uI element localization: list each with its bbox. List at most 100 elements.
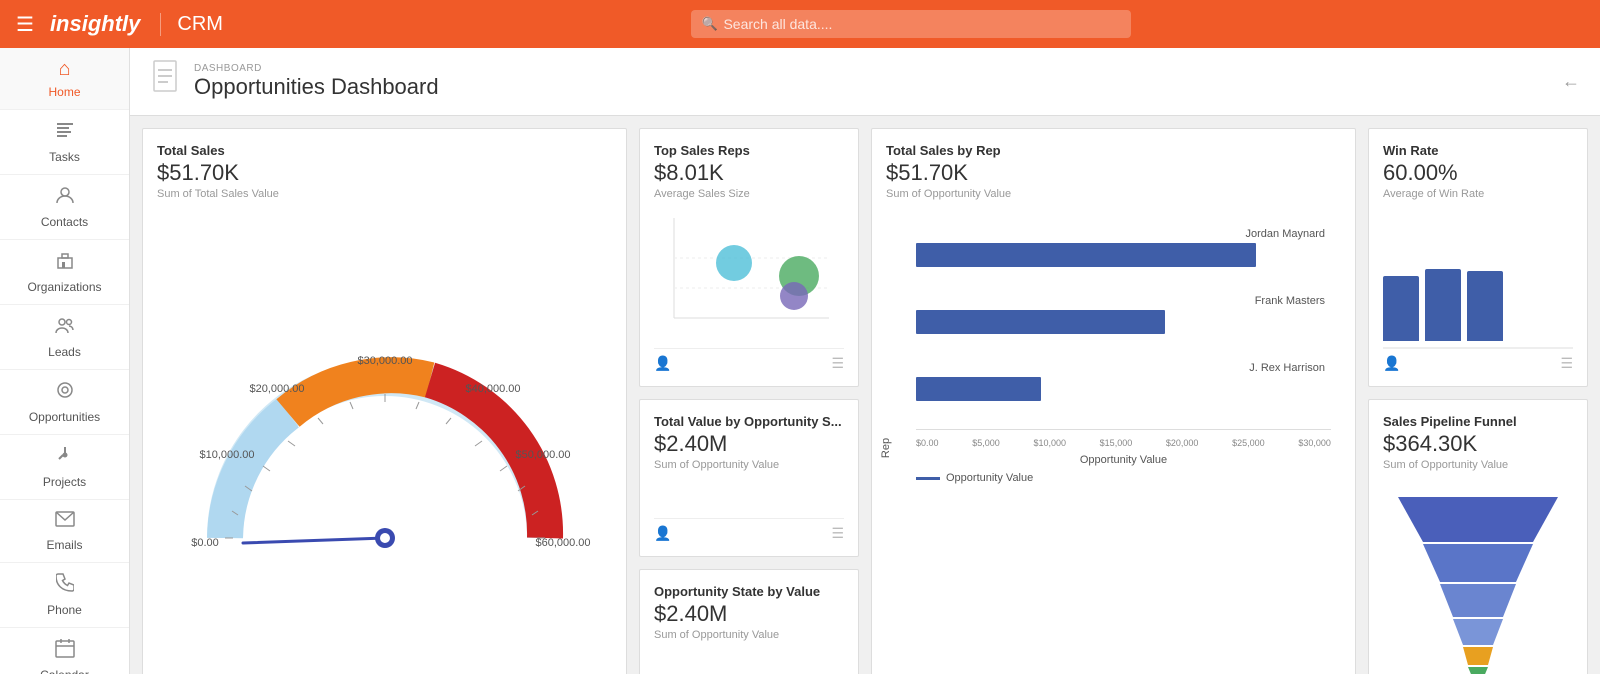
total-value-opp-footer: 👤 ☰	[654, 518, 844, 542]
emails-icon	[55, 510, 75, 534]
svg-text:$50,000.00: $50,000.00	[515, 449, 570, 461]
calendar-icon	[55, 638, 75, 664]
svg-text:$10,000.00: $10,000.00	[199, 449, 254, 461]
search-icon: 🔍	[701, 16, 717, 32]
hbar-chart: Rep Jordan Maynard Frank Masters	[886, 208, 1341, 674]
sidebar-item-calendar[interactable]: Calendar	[0, 628, 129, 674]
win-rate-title: Win Rate	[1383, 143, 1573, 158]
page-header-left: DASHBOARD Opportunities Dashboard	[150, 60, 439, 103]
search-input[interactable]	[691, 10, 1131, 38]
sidebar-item-phone[interactable]: Phone	[0, 563, 129, 628]
dashboard-doc-icon	[150, 60, 182, 103]
total-value-opp-subtitle: Sum of Opportunity Value	[654, 459, 844, 471]
total-sales-by-rep-title: Total Sales by Rep	[886, 143, 1341, 158]
funnel-chart	[1383, 479, 1573, 674]
win-rate-value: 60.00%	[1383, 160, 1573, 186]
hamburger-menu[interactable]: ☰	[16, 12, 34, 37]
tasks-icon	[55, 120, 75, 146]
top-sales-reps-value: $8.01K	[654, 160, 844, 186]
main-content: DASHBOARD Opportunities Dashboard ← Tota…	[130, 48, 1600, 674]
svg-text:$20,000.00: $20,000.00	[249, 383, 304, 395]
total-value-opp-card: Total Value by Opportunity S... $2.40M S…	[639, 399, 859, 557]
main-layout: ⌂ Home Tasks Contacts Organizations Le	[0, 48, 1600, 674]
legend-label: Opportunity Value	[946, 472, 1033, 484]
sales-pipeline-title: Sales Pipeline Funnel	[1383, 414, 1573, 429]
contacts-icon	[55, 185, 75, 211]
opp-state-chart	[654, 649, 844, 674]
phone-icon	[56, 573, 74, 599]
menu-icon[interactable]: ☰	[831, 525, 844, 542]
opp-state-by-value-card: Opportunity State by Value $2.40M Sum of…	[639, 569, 859, 674]
bar-row-rex: J. Rex Harrison	[916, 362, 1331, 401]
total-sales-card: Total Sales $51.70K Sum of Total Sales V…	[142, 128, 627, 674]
person-icon: 👤	[654, 355, 671, 372]
opp-state-title: Opportunity State by Value	[654, 584, 844, 599]
y-axis-label: Rep	[880, 437, 892, 457]
win-rate-card: Win Rate 60.00% Average of Win Rate 👤 ☰	[1368, 128, 1588, 387]
sidebar-item-label: Opportunities	[29, 410, 100, 424]
sidebar: ⌂ Home Tasks Contacts Organizations Le	[0, 48, 130, 674]
top-sales-reps-card: Top Sales Reps $8.01K Average Sales Size	[639, 128, 859, 387]
legend-dot	[916, 477, 940, 480]
sidebar-item-home[interactable]: ⌂ Home	[0, 48, 129, 110]
win-rate-bars	[1383, 208, 1573, 348]
total-sales-title: Total Sales	[157, 143, 612, 158]
logo: insightly	[50, 11, 140, 37]
win-rate-bar-1	[1383, 276, 1419, 341]
top-sales-reps-subtitle: Average Sales Size	[654, 188, 844, 200]
bar-row-frank: Frank Masters	[916, 295, 1331, 334]
person-icon: 👤	[654, 525, 671, 542]
sidebar-item-label: Leads	[48, 345, 81, 359]
win-rate-footer: 👤 ☰	[1383, 348, 1573, 372]
sales-pipeline-subtitle: Sum of Opportunity Value	[1383, 459, 1573, 471]
search-wrap: 🔍	[691, 10, 1131, 38]
dashboard-grid: Total Sales $51.70K Sum of Total Sales V…	[130, 116, 1600, 674]
breadcrumb: DASHBOARD	[194, 63, 439, 74]
page-header: DASHBOARD Opportunities Dashboard ←	[130, 48, 1600, 116]
organizations-icon	[55, 250, 75, 276]
sidebar-item-emails[interactable]: Emails	[0, 500, 129, 563]
total-value-opp-title: Total Value by Opportunity S...	[654, 414, 844, 429]
sidebar-item-label: Tasks	[49, 150, 80, 164]
win-rate-bar-2	[1425, 269, 1461, 341]
svg-text:$30,000.00: $30,000.00	[357, 355, 412, 367]
top-sales-reps-footer: 👤 ☰	[654, 348, 844, 372]
sidebar-item-label: Contacts	[41, 215, 88, 229]
page-title: Opportunities Dashboard	[194, 74, 439, 100]
sales-pipeline-card: Sales Pipeline Funnel $364.30K Sum of Op…	[1368, 399, 1588, 674]
app-label: CRM	[160, 13, 223, 36]
x-axis-ticks: $0.00$5,000$10,000$15,000$20,000$25,000$…	[916, 429, 1331, 448]
total-sales-by-rep-subtitle: Sum of Opportunity Value	[886, 188, 1341, 200]
menu-icon[interactable]: ☰	[831, 355, 844, 372]
svg-text:$0.00: $0.00	[191, 537, 219, 549]
sidebar-item-tasks[interactable]: Tasks	[0, 110, 129, 175]
collapse-button[interactable]: ←	[1562, 71, 1580, 92]
sidebar-item-contacts[interactable]: Contacts	[0, 175, 129, 240]
gauge-chart: $0.00 $10,000.00 $20,000.00 $30,000.00 $…	[157, 208, 612, 674]
top-sales-reps-title: Top Sales Reps	[654, 143, 844, 158]
win-rate-bar-3	[1467, 271, 1503, 341]
sidebar-item-leads[interactable]: Leads	[0, 305, 129, 370]
sidebar-item-organizations[interactable]: Organizations	[0, 240, 129, 305]
sidebar-item-opportunities[interactable]: Opportunities	[0, 370, 129, 435]
total-sales-subtitle: Sum of Total Sales Value	[157, 188, 612, 200]
top-navigation: ☰ insightly CRM 🔍	[0, 0, 1600, 48]
sidebar-item-label: Calendar	[40, 668, 89, 674]
breadcrumb-title: DASHBOARD Opportunities Dashboard	[194, 63, 439, 100]
menu-icon[interactable]: ☰	[1560, 355, 1573, 372]
win-rate-subtitle: Average of Win Rate	[1383, 188, 1573, 200]
bar-frank	[916, 310, 1165, 334]
total-sales-by-rep-value: $51.70K	[886, 160, 1341, 186]
projects-icon	[55, 445, 75, 471]
opportunities-icon	[55, 380, 75, 406]
total-value-opp-value: $2.40M	[654, 431, 844, 457]
total-value-opp-chart	[654, 479, 844, 518]
svg-text:$60,000.00: $60,000.00	[535, 537, 590, 549]
sidebar-item-projects[interactable]: Projects	[0, 435, 129, 500]
sales-pipeline-value: $364.30K	[1383, 431, 1573, 457]
leads-icon	[55, 315, 75, 341]
sidebar-item-label: Organizations	[27, 280, 101, 294]
person-icon: 👤	[1383, 355, 1400, 372]
sidebar-item-label: Projects	[43, 475, 86, 489]
bar-rex	[916, 377, 1041, 401]
